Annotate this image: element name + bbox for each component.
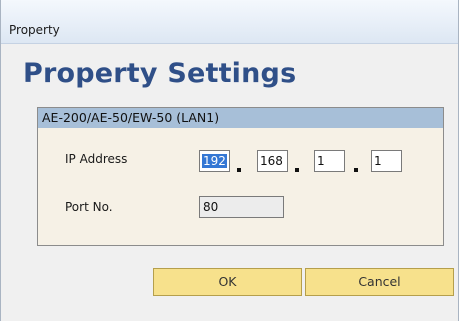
port-label: Port No. — [65, 200, 113, 214]
lan1-settings-group: AE-200/AE-50/EW-50 (LAN1) IP Address 192… — [37, 107, 444, 246]
ip-octet-4-input[interactable]: 1 — [371, 150, 402, 172]
window-title: Property — [9, 23, 60, 37]
cancel-button[interactable]: Cancel — [305, 268, 454, 296]
ip-address-label: IP Address — [65, 152, 128, 166]
ip-separator-dot — [237, 168, 241, 172]
ip-octet-2-input[interactable]: 168 — [257, 150, 288, 172]
port-value: 80 — [203, 200, 219, 214]
ip-octet-4-value: 1 — [374, 154, 382, 168]
ip-octet-3-input[interactable]: 1 — [314, 150, 345, 172]
ip-separator-dot — [354, 168, 358, 172]
title-bar: Property — [1, 0, 458, 44]
ip-separator-dot — [295, 168, 299, 172]
ok-button[interactable]: OK — [153, 268, 302, 296]
ip-octet-3-value: 1 — [317, 154, 325, 168]
property-dialog: Property Property Settings AE-200/AE-50/… — [0, 0, 459, 321]
port-field: 80 — [199, 196, 284, 218]
ip-octet-1-value: 192 — [202, 154, 227, 168]
page-title: Property Settings — [23, 58, 297, 89]
ip-octet-1-input[interactable]: 192 — [199, 150, 230, 172]
group-header: AE-200/AE-50/EW-50 (LAN1) — [38, 108, 443, 128]
group-title: AE-200/AE-50/EW-50 (LAN1) — [42, 110, 220, 125]
ip-octet-2-value: 168 — [260, 154, 283, 168]
